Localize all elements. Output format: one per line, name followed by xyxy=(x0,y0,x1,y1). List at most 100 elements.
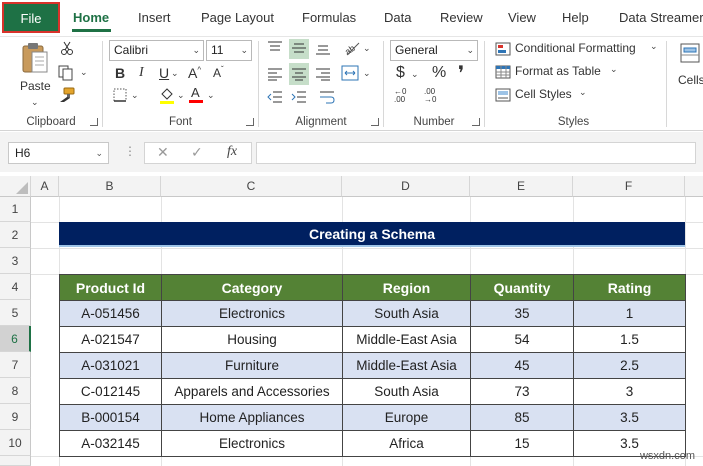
bold-icon[interactable]: B xyxy=(115,65,125,81)
header-rating[interactable]: Rating xyxy=(573,274,686,301)
cell-category[interactable]: Furniture xyxy=(161,352,343,379)
fill-color-icon[interactable] xyxy=(159,86,175,104)
row-header-3[interactable]: 3 xyxy=(0,248,31,274)
sheet-title[interactable]: Creating a Schema xyxy=(59,222,685,247)
cell-category[interactable]: Electronics xyxy=(161,300,343,327)
tab-formulas[interactable]: Formulas xyxy=(302,0,356,36)
column-header-d[interactable]: D xyxy=(342,176,470,197)
tab-data-streamer[interactable]: Data Streamer xyxy=(619,0,703,36)
cell-quantity[interactable]: 73 xyxy=(470,378,574,405)
decrease-decimal-icon[interactable]: .00 →0 xyxy=(424,88,446,106)
cell-quantity[interactable]: 35 xyxy=(470,300,574,327)
row-header-4[interactable]: 4 xyxy=(0,274,31,300)
row-header-9[interactable]: 9 xyxy=(0,404,31,430)
row-header-7[interactable]: 7 xyxy=(0,352,31,378)
cell-rating[interactable]: 3.5 xyxy=(573,404,686,431)
formula-input[interactable] xyxy=(256,142,696,164)
increase-font-icon[interactable]: A^ xyxy=(188,65,201,81)
chevron-down-icon[interactable]: ⌄ xyxy=(411,69,419,80)
cell-styles-button[interactable]: Cell Styles ⌄ xyxy=(495,87,605,105)
format-as-table-button[interactable]: Format as Table ⌄ xyxy=(495,64,635,82)
column-header-f[interactable]: F xyxy=(573,176,685,197)
percent-icon[interactable]: % xyxy=(432,64,446,82)
cell-product-id[interactable]: B-000154 xyxy=(59,404,162,431)
cell-category[interactable]: Home Appliances xyxy=(161,404,343,431)
chevron-down-icon[interactable]: ⌄ xyxy=(31,97,39,108)
tab-file[interactable]: File xyxy=(2,2,60,33)
cell-category[interactable]: Electronics xyxy=(161,430,343,457)
cell-category[interactable]: Apparels and Accessories xyxy=(161,378,343,405)
insert-function-icon[interactable]: fx xyxy=(227,144,237,160)
align-left-icon[interactable] xyxy=(267,67,283,81)
orientation-icon[interactable]: ab xyxy=(343,39,361,57)
column-header-b[interactable]: B xyxy=(59,176,161,197)
header-quantity[interactable]: Quantity xyxy=(470,274,574,301)
cell-quantity[interactable]: 45 xyxy=(470,352,574,379)
align-center-icon[interactable] xyxy=(291,67,307,81)
format-painter-icon[interactable] xyxy=(58,87,76,103)
cell-product-id[interactable]: A-021547 xyxy=(59,326,162,353)
column-header-g[interactable] xyxy=(685,176,703,197)
chevron-down-icon[interactable]: ⌄ xyxy=(363,68,371,79)
tab-review[interactable]: Review xyxy=(440,0,483,36)
cell-quantity[interactable]: 54 xyxy=(470,326,574,353)
chevron-down-icon[interactable]: ⌄ xyxy=(177,90,185,101)
row-header-5[interactable]: 5 xyxy=(0,300,31,326)
cell-quantity[interactable]: 85 xyxy=(470,404,574,431)
tab-data[interactable]: Data xyxy=(384,0,411,36)
tab-page-layout[interactable]: Page Layout xyxy=(201,0,274,36)
cell-category[interactable]: Housing xyxy=(161,326,343,353)
select-all-corner[interactable] xyxy=(0,176,31,197)
bottom-align-icon[interactable] xyxy=(315,41,331,55)
cell-rating[interactable]: 2.5 xyxy=(573,352,686,379)
cell-region[interactable]: South Asia xyxy=(342,378,471,405)
row-header-10[interactable]: 10 xyxy=(0,430,31,456)
cell-rating[interactable]: 3 xyxy=(573,378,686,405)
font-color-icon[interactable]: A xyxy=(189,85,203,104)
cell-product-id[interactable]: A-031021 xyxy=(59,352,162,379)
cut-icon[interactable] xyxy=(60,41,74,55)
cell-product-id[interactable]: C-012145 xyxy=(59,378,162,405)
header-category[interactable]: Category xyxy=(161,274,343,301)
middle-align-icon[interactable] xyxy=(291,41,307,55)
font-size-combo[interactable]: 11 ⌄ xyxy=(206,40,252,61)
name-box[interactable]: H6 ⌄ xyxy=(8,142,109,164)
font-launcher-icon[interactable] xyxy=(246,118,254,126)
cell-region[interactable]: Africa xyxy=(342,430,471,457)
column-header-e[interactable]: E xyxy=(470,176,573,197)
cells-icon[interactable] xyxy=(680,43,700,63)
chevron-down-icon[interactable]: ⌄ xyxy=(80,67,88,78)
comma-style-icon[interactable]: ❜ xyxy=(458,61,464,86)
cell-rating[interactable]: 1.5 xyxy=(573,326,686,353)
row-header-11[interactable] xyxy=(0,456,31,466)
column-header-c[interactable]: C xyxy=(161,176,342,197)
decrease-font-icon[interactable]: Aˇ xyxy=(213,65,224,80)
conditional-formatting-button[interactable]: Conditional Formatting ⌄ xyxy=(495,41,663,59)
number-launcher-icon[interactable] xyxy=(472,118,480,126)
cancel-icon[interactable]: ✕ xyxy=(157,144,169,161)
number-format-combo[interactable]: General ⌄ xyxy=(390,40,478,61)
italic-icon[interactable]: I xyxy=(139,65,144,81)
alignment-launcher-icon[interactable] xyxy=(371,118,379,126)
cell-region[interactable]: Middle-East Asia xyxy=(342,326,471,353)
row-header-2[interactable]: 2 xyxy=(0,222,31,248)
enter-icon[interactable]: ✓ xyxy=(191,144,203,161)
tab-view[interactable]: View xyxy=(508,0,536,36)
borders-icon[interactable] xyxy=(113,88,127,102)
column-header-a[interactable]: A xyxy=(31,176,59,197)
increase-decimal-icon[interactable]: ←0.00 xyxy=(394,88,416,106)
cell-quantity[interactable]: 15 xyxy=(470,430,574,457)
chevron-down-icon[interactable]: ⌄ xyxy=(363,43,371,54)
cells-label[interactable]: Cells xyxy=(678,73,703,87)
cell-region[interactable]: Europe xyxy=(342,404,471,431)
cell-rating[interactable]: 1 xyxy=(573,300,686,327)
decrease-indent-icon[interactable] xyxy=(267,90,283,104)
chevron-down-icon[interactable]: ⌄ xyxy=(207,90,215,101)
top-align-icon[interactable] xyxy=(267,41,283,55)
row-header-6[interactable]: 6 xyxy=(0,326,31,352)
underline-icon[interactable]: U xyxy=(159,65,169,81)
paste-button[interactable]: Paste ⌄ xyxy=(12,41,56,109)
row-header-8[interactable]: 8 xyxy=(0,378,31,404)
cell-product-id[interactable]: A-051456 xyxy=(59,300,162,327)
merge-center-icon[interactable] xyxy=(341,65,359,81)
